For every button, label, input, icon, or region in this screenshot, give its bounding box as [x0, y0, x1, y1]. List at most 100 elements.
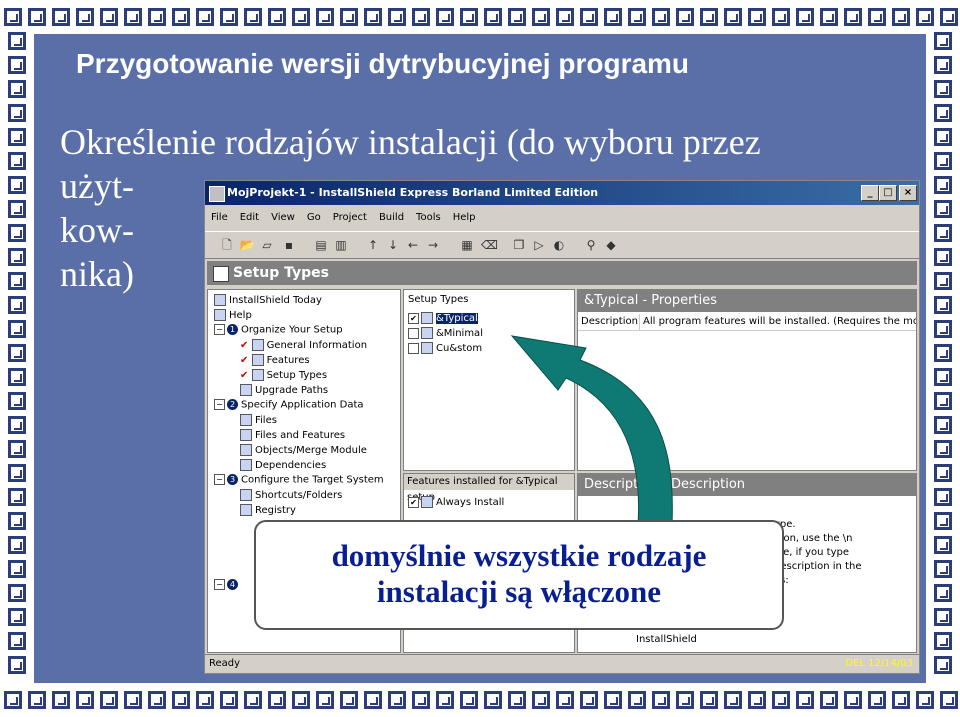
border-tile [364, 8, 382, 26]
subtitle-line-1: Określenie rodzajów instalacji (do wybor… [60, 122, 761, 162]
setup-type-checkbox[interactable] [408, 342, 419, 354]
expand-toggle[interactable]: − [214, 399, 225, 410]
border-tile [532, 8, 550, 26]
border-tile [934, 488, 952, 506]
border-tile [940, 8, 958, 26]
close-button[interactable]: × [899, 185, 917, 201]
window-titlebar[interactable]: MojProjekt-1 - InstallShield Express Bor… [205, 181, 919, 205]
new-icon[interactable]: 🗋 [219, 237, 235, 253]
tree-item[interactable]: Files [240, 414, 277, 426]
border-tile [244, 8, 262, 26]
border-tile [868, 691, 886, 709]
maximize-button[interactable]: □ [879, 185, 897, 201]
search-icon[interactable]: ⚲ [583, 237, 599, 253]
item-icon [240, 459, 252, 471]
tree-item[interactable]: Shortcuts/Folders [240, 489, 342, 501]
tree-item[interactable]: Registry [240, 504, 296, 516]
border-tile [172, 691, 190, 709]
setup-type-item[interactable]: &Minimal [408, 327, 483, 339]
menu-item[interactable]: Help [447, 209, 482, 226]
view-icon[interactable]: ▤ [313, 237, 329, 253]
feature-checkbox[interactable]: ✔ [408, 496, 419, 508]
arrow-up-icon[interactable]: ↑ [365, 237, 381, 253]
border-tile [100, 8, 118, 26]
save-icon[interactable]: ▪ [281, 237, 297, 253]
expand-toggle[interactable]: − [214, 579, 225, 590]
border-tile [532, 691, 550, 709]
build-icon[interactable]: ▦ [459, 237, 475, 253]
section-header: Setup Types [207, 261, 917, 285]
setup-type-item[interactable]: ✔ &Typical [408, 312, 478, 324]
menu-item[interactable]: View [265, 209, 301, 226]
border-tile [892, 8, 910, 26]
tree-item[interactable]: InstallShield Today [214, 294, 322, 306]
setup-type-checkbox[interactable]: ✔ [408, 312, 419, 324]
tree-item[interactable]: Objects/Merge Module [240, 444, 367, 456]
setup-type-icon [421, 327, 433, 339]
copy-icon[interactable]: ❐ [511, 237, 527, 253]
properties-header: &Typical - Properties [578, 290, 916, 312]
tree-item[interactable]: −1 Organize Your Setup [214, 324, 343, 336]
border-tile [460, 691, 478, 709]
menu-item[interactable]: Go [301, 209, 327, 226]
setup-types-pane-header: Setup Types [408, 294, 469, 305]
tree-item-label: General Information [266, 340, 368, 351]
description-line: ype. [774, 519, 796, 530]
border-tile [934, 368, 952, 386]
item-icon [251, 354, 264, 366]
border-tile [484, 691, 502, 709]
feature-icon [421, 496, 433, 508]
description-line: description in the [774, 561, 862, 572]
folder-icon[interactable]: ▱ [259, 237, 275, 253]
tree-item[interactable]: Dependencies [240, 459, 326, 471]
border-tile [772, 691, 790, 709]
open-icon[interactable]: 📂 [239, 237, 255, 253]
feature-item-label: Always Install [436, 497, 505, 508]
arrow-left-icon[interactable]: ← [405, 237, 421, 253]
step-number-icon: 2 [227, 399, 238, 410]
menu-item[interactable]: Project [327, 209, 373, 226]
setup-type-checkbox[interactable] [408, 327, 419, 339]
tree-item[interactable]: Files and Features [240, 429, 345, 441]
tree-item-label: Setup Types [266, 370, 328, 381]
tree-item[interactable]: ✔ Features [240, 354, 310, 366]
tree-item[interactable]: ✔ Setup Types [240, 369, 327, 381]
border-tile [820, 691, 838, 709]
setup-type-item[interactable]: Cu&stom [408, 342, 482, 354]
erase-icon[interactable]: ⌫ [481, 237, 498, 253]
tree-item[interactable]: −3 Configure the Target System [214, 474, 384, 486]
description-line: ple, if you type [774, 547, 850, 558]
menu-item[interactable]: Edit [234, 209, 265, 226]
toolbar: 🗋 📂 ▱ ▪ ▤ ▥ ↑ ↓ ← → ▦ ⌫ ❐ ▷ ◐ ⚲ ◆ [205, 231, 919, 259]
border-tile [196, 691, 214, 709]
border-tile [8, 152, 26, 170]
minimize-button[interactable]: _ [861, 185, 879, 201]
run-icon[interactable]: ▷ [531, 237, 547, 253]
tree-item[interactable]: −2 Specify Application Data [214, 399, 364, 411]
tree-item[interactable]: Upgrade Paths [240, 384, 328, 396]
tree-item[interactable]: Help [214, 309, 252, 321]
expand-toggle[interactable]: − [214, 474, 225, 485]
menu-item[interactable]: Tools [410, 209, 447, 226]
tree-item-label: Configure the Target System [241, 474, 384, 486]
border-tile [934, 344, 952, 362]
help-icon[interactable]: ◆ [603, 237, 619, 253]
menu-item[interactable]: Build [373, 209, 410, 226]
layout-icon[interactable]: ▥ [333, 237, 349, 253]
border-tile [556, 8, 574, 26]
border-tile [412, 8, 430, 26]
border-tile [436, 691, 454, 709]
arrow-down-icon[interactable]: ↓ [385, 237, 401, 253]
border-tile [934, 32, 952, 50]
border-tile [934, 536, 952, 554]
border-tile [436, 8, 454, 26]
expand-toggle[interactable]: − [214, 324, 225, 335]
tree-group-4[interactable]: −4 [214, 579, 241, 591]
tree-item[interactable]: ✔ General Information [240, 339, 367, 351]
border-tile [934, 104, 952, 122]
menu-item[interactable]: File [205, 209, 234, 226]
arrow-right-icon[interactable]: → [425, 237, 441, 253]
border-tile [868, 8, 886, 26]
feature-item[interactable]: ✔ Always Install [408, 496, 504, 508]
test-icon[interactable]: ◐ [551, 237, 567, 253]
